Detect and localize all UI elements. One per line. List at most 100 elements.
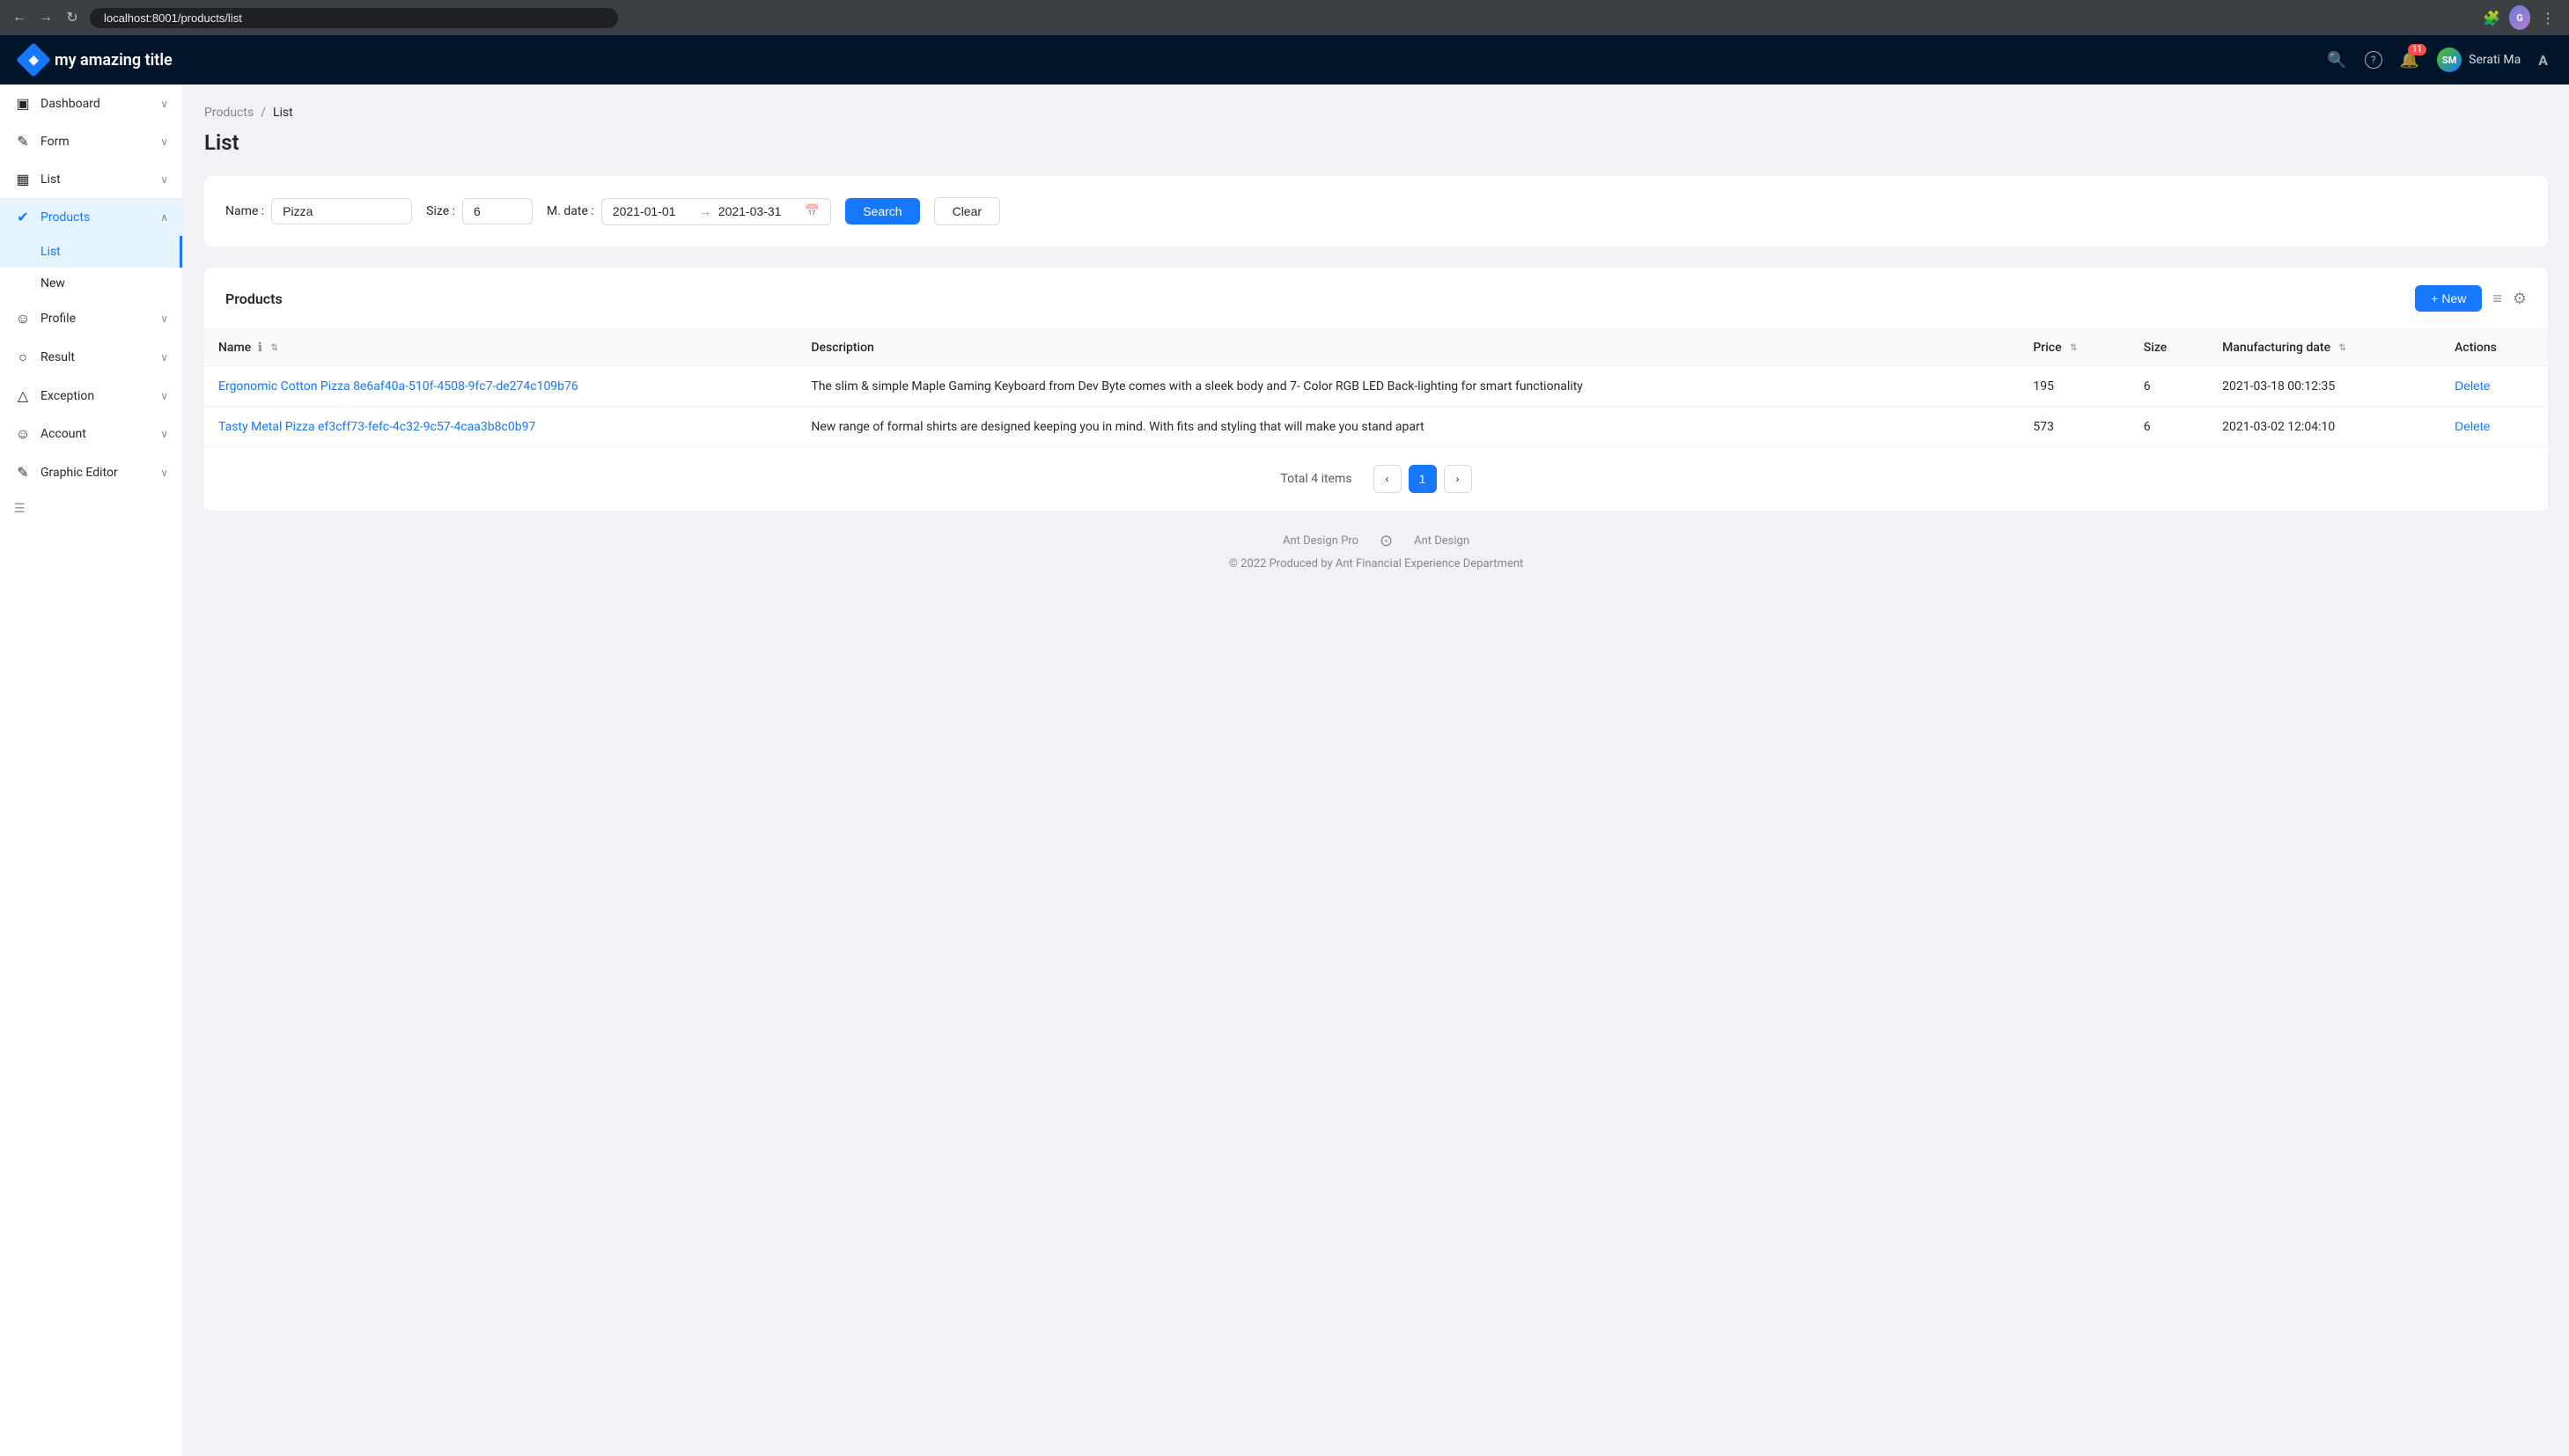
search-button[interactable]: Search [845, 198, 919, 224]
menu-icon[interactable]: ⋮ [2537, 7, 2558, 28]
products-table: Name ℹ ⇅ Description Price ⇅ [204, 330, 2548, 446]
form-icon: ✎ [14, 133, 32, 150]
sidebar-item-form[interactable]: ✎ Form ∨ [0, 122, 182, 160]
browser-chrome: ← → ↻ 🧩 G ⋮ [0, 0, 2569, 35]
calendar-icon: 📅 [805, 204, 820, 218]
size-input[interactable] [462, 198, 533, 224]
app-title: my amazing title [55, 51, 173, 70]
th-name: Name ℹ ⇅ [204, 330, 797, 366]
sidebar-item-graphic-editor[interactable]: ✎ Graphic Editor ∨ [0, 453, 182, 491]
collapse-sidebar-btn[interactable]: ☰ [0, 491, 182, 526]
user-name: Serati Ma [2469, 53, 2521, 67]
col-mfg-date-label: Manufacturing date [2222, 341, 2330, 355]
page-1-button[interactable]: 1 [1409, 465, 1437, 493]
breadcrumb-sep: / [261, 106, 266, 120]
mfg-sort-icon[interactable]: ⇅ [2339, 343, 2346, 353]
product-link-1[interactable]: Tasty Metal Pizza ef3cff73-fefc-4c32-9c5… [218, 420, 535, 434]
filter-card: Name : Size : M. date : → 📅 Sear [204, 176, 2548, 246]
product-link-0[interactable]: Ergonomic Cotton Pizza 8e6af40a-510f-450… [218, 379, 578, 393]
delete-button-1[interactable]: Delete [2455, 419, 2490, 433]
column-settings-icon[interactable]: ≡ [2492, 290, 2502, 308]
size-field: Size : [426, 198, 533, 224]
translate-icon[interactable]: A [2538, 52, 2548, 69]
prev-page-button[interactable]: ‹ [1373, 465, 1402, 493]
sidebar-item-products[interactable]: ✔ Products ∧ [0, 198, 182, 236]
footer-copyright: © 2022 Produced by Ant Financial Experie… [225, 557, 2527, 570]
footer-github-icon[interactable]: ⊙ [1380, 532, 1393, 550]
reload-button[interactable]: ↻ [63, 9, 81, 26]
chevron-icon-exception: ∨ [160, 390, 168, 402]
price-sort-icon[interactable]: ⇅ [2070, 343, 2077, 353]
col-size-label: Size [2144, 341, 2167, 355]
sidebar-sub-item-new[interactable]: New [0, 268, 182, 299]
cell-action-1: Delete [2440, 407, 2548, 447]
chevron-icon-profile: ∨ [160, 313, 168, 325]
delete-button-0[interactable]: Delete [2455, 379, 2490, 393]
back-button[interactable]: ← [11, 9, 28, 26]
products-icon: ✔ [14, 209, 32, 225]
address-bar[interactable] [90, 8, 618, 28]
table-actions: + New ≡ ⚙ [2415, 285, 2527, 312]
col-description-label: Description [811, 341, 874, 355]
pagination-total: Total 4 items [1281, 472, 1352, 486]
graphic-editor-icon: ✎ [14, 464, 32, 481]
logo-diamond-inner: ◆ [29, 53, 39, 67]
name-label: Name : [225, 204, 264, 218]
size-label: Size : [426, 204, 455, 218]
forward-button[interactable]: → [37, 9, 55, 26]
col-name-label: Name [218, 341, 251, 355]
sidebar-label-result: Result [40, 350, 75, 364]
date-to-input[interactable] [718, 204, 798, 218]
dashboard-icon: ▣ [14, 95, 32, 112]
clear-button[interactable]: Clear [934, 197, 1000, 225]
sidebar-item-account[interactable]: ☺ Account ∨ [0, 415, 182, 453]
profile-icon[interactable]: G [2509, 7, 2530, 28]
sidebar-sub-item-list[interactable]: List [0, 236, 182, 268]
chevron-icon-list: ∨ [160, 173, 168, 186]
search-icon[interactable]: 🔍 [2327, 51, 2346, 70]
main-container: ▣ Dashboard ∨ ✎ Form ∨ ▦ List ∨ [0, 85, 2569, 1456]
sidebar-label-account: Account [40, 427, 86, 441]
name-sort-icon[interactable]: ⇅ [270, 343, 277, 353]
date-range-wrapper[interactable]: → 📅 [601, 198, 831, 225]
cell-size-0: 6 [2130, 366, 2208, 407]
pagination: Total 4 items ‹ 1 › [204, 446, 2548, 511]
notification-wrapper[interactable]: 🔔 11 [2400, 51, 2419, 70]
name-input[interactable] [271, 198, 412, 224]
breadcrumb-list: List [273, 106, 293, 120]
table-header: Products + New ≡ ⚙ [204, 268, 2548, 330]
app-wrapper: ◆ my amazing title 🔍 ? 🔔 11 SM Serati Ma… [0, 35, 2569, 1456]
date-from-input[interactable] [613, 204, 692, 218]
sidebar: ▣ Dashboard ∨ ✎ Form ∨ ▦ List ∨ [0, 85, 183, 1456]
th-mfg-date: Manufacturing date ⇅ [2208, 330, 2440, 366]
sidebar-item-exception[interactable]: △ Exception ∨ [0, 377, 182, 415]
help-icon[interactable]: ? [2365, 51, 2382, 69]
footer: Ant Design Pro ⊙ Ant Design © 2022 Produ… [204, 511, 2548, 592]
cell-size-1: 6 [2130, 407, 2208, 447]
app-header: ◆ my amazing title 🔍 ? 🔔 11 SM Serati Ma… [0, 35, 2569, 85]
sidebar-label-form: Form [40, 135, 70, 149]
th-actions: Actions [2440, 330, 2548, 366]
result-icon: ○ [14, 349, 32, 366]
cell-price-1: 573 [2019, 407, 2129, 447]
sidebar-item-list[interactable]: ▦ List ∨ [0, 160, 182, 198]
extensions-icon[interactable]: 🧩 [2481, 7, 2502, 28]
table-settings-icon[interactable]: ⚙ [2513, 290, 2527, 308]
user-area[interactable]: SM Serati Ma [2437, 48, 2521, 72]
footer-link-antd[interactable]: Ant Design [1414, 534, 1469, 548]
sidebar-label-list: List [40, 173, 61, 187]
breadcrumb-products[interactable]: Products [204, 106, 254, 120]
new-button[interactable]: + New [2415, 285, 2482, 312]
next-page-button[interactable]: › [1444, 465, 1472, 493]
footer-link-antd-pro[interactable]: Ant Design Pro [1283, 534, 1358, 548]
th-price: Price ⇅ [2019, 330, 2129, 366]
profile-nav-icon: ☺ [14, 310, 32, 327]
sidebar-item-profile[interactable]: ☺ Profile ∨ [0, 299, 182, 338]
name-info-icon[interactable]: ℹ [258, 341, 262, 355]
sidebar-item-result[interactable]: ○ Result ∨ [0, 338, 182, 377]
sidebar-item-dashboard[interactable]: ▣ Dashboard ∨ [0, 85, 182, 122]
mdate-label: M. date : [547, 204, 594, 218]
chevron-icon-dashboard: ∨ [160, 98, 168, 110]
chevron-icon-account: ∨ [160, 428, 168, 440]
sidebar-label-exception: Exception [40, 389, 94, 403]
